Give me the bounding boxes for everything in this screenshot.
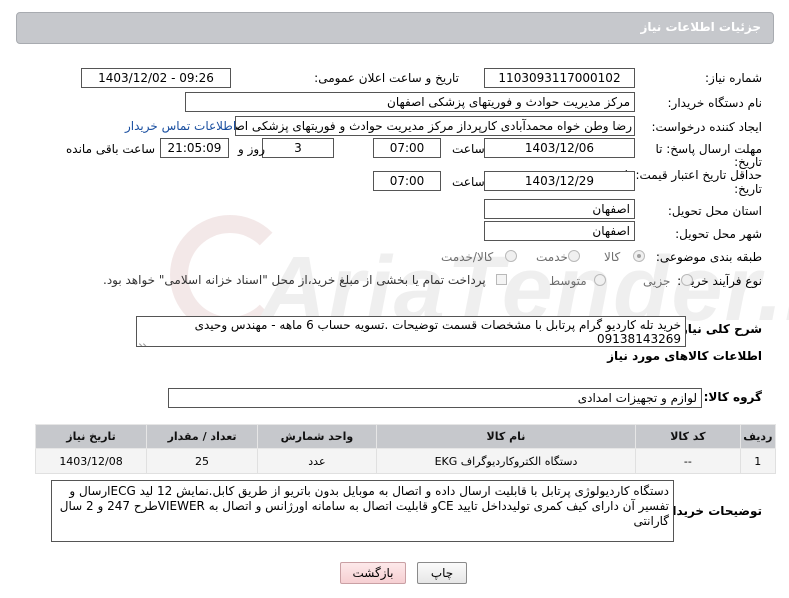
print-button[interactable]: چاپ: [417, 562, 467, 584]
treasury-payment-checkbox[interactable]: [496, 274, 507, 285]
cell-quantity: 25: [146, 448, 259, 474]
process-radio-minor[interactable]: [681, 274, 693, 286]
category-label: طبقه بندی موضوعی:: [655, 250, 762, 264]
remaining-time-field: 21:05:09: [160, 138, 229, 158]
description-label: شرح کلی نیاز:: [676, 322, 762, 336]
category-goods-label: کالا: [604, 250, 621, 264]
category-radio-goods-service[interactable]: [505, 250, 517, 262]
need-number-label: شماره نیاز:: [705, 71, 762, 85]
validity-label: حداقل تاریخ اعتبار قیمت: تا: [624, 168, 762, 182]
announce-label: تاریخ و ساعت اعلان عمومی:: [314, 71, 459, 85]
cell-code: --: [635, 448, 741, 474]
page-header: جزئیات اطلاعات نیاز: [16, 12, 774, 44]
days-label: روز و: [238, 142, 265, 156]
process-medium-label: متوسط: [549, 274, 587, 288]
process-minor-label: جزیی: [643, 274, 671, 288]
buyer-label: نام دستگاه خریدار:: [667, 96, 763, 110]
creator-field: رضا وطن خواه محمدآبادی کارپرداز مرکز مدی…: [235, 116, 635, 136]
city-label: شهر محل تحویل:: [675, 227, 762, 241]
goods-group-label: گروه کالا:: [703, 390, 762, 404]
days-field: 3: [262, 138, 334, 158]
buyer-field: مرکز مدیریت حوادث و فوریتهای پزشکی اصفها…: [185, 92, 635, 112]
treasury-payment-note: پرداخت تمام یا بخشی از مبلغ خرید،از محل …: [103, 273, 486, 287]
col-header-date: تاریخ نیاز: [34, 424, 148, 449]
buyer-notes-text: دستگاه کاردیولوژی پرتابل با قابلیت ارسال…: [59, 484, 669, 528]
page-title: جزئیات اطلاعات نیاز: [640, 20, 761, 34]
contact-buyer-link[interactable]: اطلاعات تماس خریدار: [125, 119, 236, 133]
items-table: ردیف کد کالا نام کالا واحد شمارش تعداد /…: [34, 424, 777, 474]
col-header-code: کد کالا: [635, 424, 741, 449]
buyer-notes-textarea[interactable]: دستگاه کاردیولوژی پرتابل با قابلیت ارسال…: [51, 480, 674, 542]
resize-grip-icon[interactable]: [139, 336, 147, 344]
announce-field: 1403/12/02 - 09:26: [81, 68, 231, 88]
validity-time-label: ساعت: [452, 175, 485, 189]
col-header-row-number: ردیف: [739, 424, 777, 449]
goods-section-title: اطلاعات کالاهای مورد نیاز: [607, 349, 762, 363]
deadline-time-field: 07:00: [373, 138, 441, 158]
col-header-name: نام کالا: [375, 424, 637, 449]
col-header-quantity: تعداد / مقدار: [146, 424, 259, 449]
goods-group-field: لوازم و تجهیزات امدادی: [168, 388, 702, 408]
cell-row-number: 1: [739, 448, 777, 474]
description-text: خرید تله کاردیو گرام پرتابل با مشخصات قس…: [194, 318, 681, 346]
category-service-label: خدمت: [536, 250, 568, 264]
cell-name: دستگاه الکتروکاردیوگراف EKG: [375, 448, 637, 474]
province-field: اصفهان: [484, 199, 635, 219]
col-header-unit: واحد شمارش: [257, 424, 377, 449]
description-textarea[interactable]: خرید تله کاردیو گرام پرتابل با مشخصات قس…: [136, 316, 686, 347]
process-radio-medium[interactable]: [594, 274, 606, 286]
need-number-field: 1103093117000102: [484, 68, 635, 88]
category-radio-service[interactable]: [568, 250, 580, 262]
city-field: اصفهان: [484, 221, 635, 241]
back-button[interactable]: بازگشت: [340, 562, 406, 584]
table-header-row: ردیف کد کالا نام کالا واحد شمارش تعداد /…: [34, 424, 777, 449]
category-radio-goods[interactable]: [633, 250, 645, 262]
province-label: استان محل تحویل:: [667, 204, 762, 218]
deadline-date-field: 1403/12/06: [484, 138, 635, 158]
cell-unit: عدد: [257, 448, 377, 474]
creator-label: ایجاد کننده درخواست:: [651, 120, 762, 134]
buyer-notes-label: توضیحات خریدار:: [660, 504, 762, 518]
validity-label-date: تاریخ:: [734, 182, 762, 196]
deadline-time-label: ساعت: [452, 142, 485, 156]
deadline-label: مهلت ارسال پاسخ: تا: [655, 142, 762, 156]
table-row: 1 -- دستگاه الکتروکاردیوگراف EKG عدد 25 …: [34, 448, 777, 474]
validity-time-field: 07:00: [373, 171, 441, 191]
cell-date: 1403/12/08: [34, 448, 148, 474]
category-goods-service-label: کالا/خدمت: [441, 250, 494, 264]
deadline-label-date: تاریخ:: [734, 155, 762, 169]
remaining-label: ساعت باقی مانده: [66, 142, 156, 156]
validity-date-field: 1403/12/29: [484, 171, 635, 191]
